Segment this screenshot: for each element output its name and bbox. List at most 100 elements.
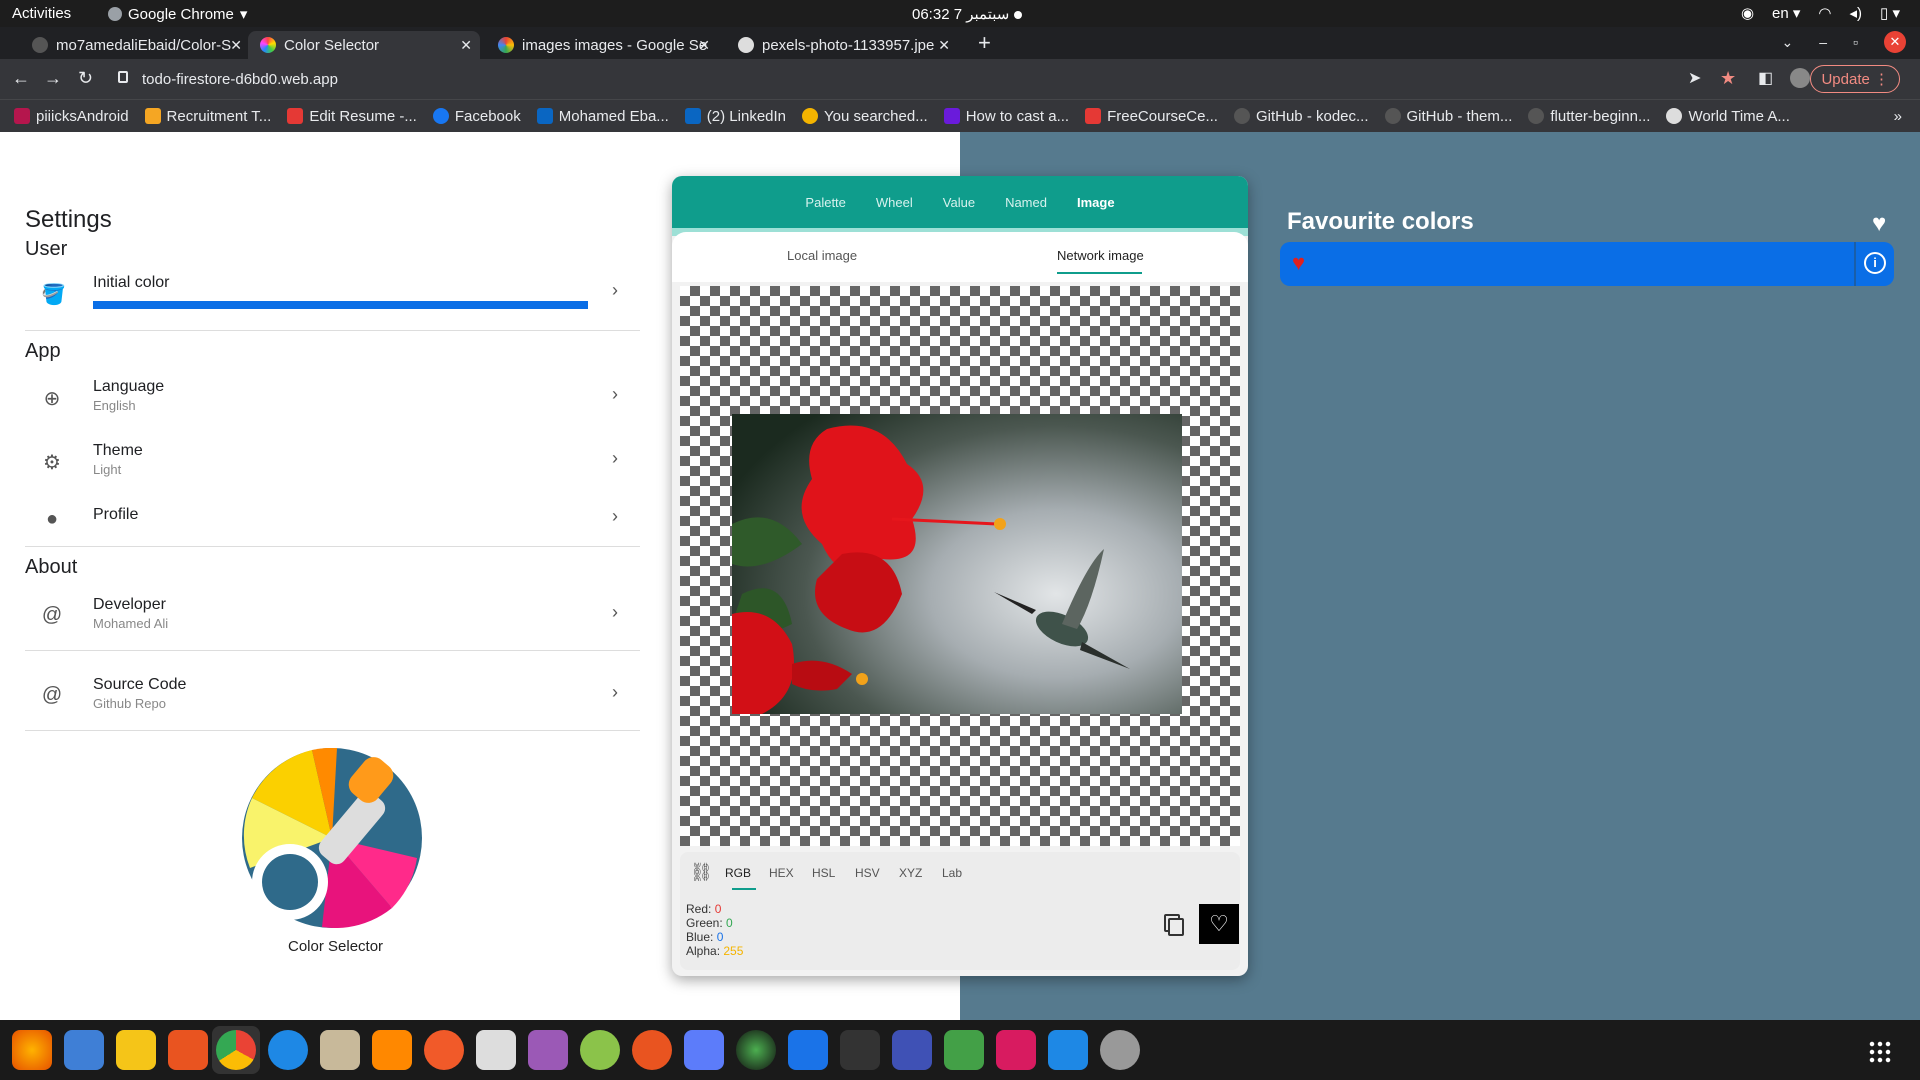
browser-tab-strip: mo7amedaliEbaid/Color-S ✕ Color Selector ✕… [0,27,1920,59]
software-center-icon[interactable] [168,1030,208,1070]
tab-pexels-photo[interactable]: pexels-photo-1133957.jpe ✕ [726,31,958,59]
bookmark-item[interactable]: Edit Resume -... [279,108,425,125]
camera-icon[interactable] [736,1030,776,1070]
format-hsl[interactable]: HSL [812,866,835,880]
heart-filled-icon[interactable]: ♥ [1292,250,1305,276]
tab-wheel[interactable]: Wheel [861,195,928,210]
calc-icon[interactable] [944,1030,984,1070]
android-icon[interactable] [580,1030,620,1070]
developer-row[interactable]: @ Developer Mohamed Ali › [25,590,640,646]
format-xyz[interactable]: XYZ [899,866,922,880]
language-indicator[interactable]: en ▾ [1772,4,1800,22]
close-window-button[interactable]: ✕ [1884,31,1906,53]
format-hex[interactable]: HEX [769,866,794,880]
tab-label: mo7amedaliEbaid/Color-S [56,36,232,54]
minimize-button[interactable]: – [1819,34,1827,50]
copy-icon[interactable] [1168,918,1184,936]
network-image[interactable] [732,414,1182,714]
screenshot-icon[interactable] [892,1030,932,1070]
bookmark-item[interactable]: flutter-beginn... [1520,108,1658,125]
forward-button[interactable]: → [44,68,62,89]
bookmark-star-icon[interactable]: ★ [1720,68,1736,89]
intellij-icon[interactable] [996,1030,1036,1070]
close-tab-icon[interactable]: ✕ [230,37,242,54]
ubuntu-icon[interactable] [632,1030,672,1070]
close-tab-icon[interactable]: ✕ [938,37,950,54]
send-icon[interactable]: ➤ [1688,68,1701,88]
address-bar[interactable]: todo-firestore-d6bd0.web.app [112,64,1692,94]
tab-image[interactable]: Image [1062,195,1130,210]
tab-named[interactable]: Named [990,195,1062,210]
initial-color-row[interactable]: 🪣 Initial color › [25,268,640,324]
bookmark-icon [1085,108,1102,124]
close-tab-icon[interactable]: ✕ [698,37,710,54]
profile-row[interactable]: ● Profile › [25,494,640,550]
add-favourite-button[interactable]: ♡ [1199,904,1239,944]
vscode-icon[interactable] [1048,1030,1088,1070]
bookmark-label: You searched... [824,107,928,125]
app-menu[interactable]: Google Chrome ▾ [108,5,247,23]
bookmark-item[interactable]: piiicksAndroid [0,108,137,125]
color-selector-logo [242,748,422,928]
files-icon[interactable] [320,1030,360,1070]
bookmark-item[interactable]: GitHub - kodec... [1226,108,1377,125]
firefox-icon[interactable] [12,1030,52,1070]
system-tray[interactable]: ◉ en ▾ ◠ ◂) ▯ ▾ [1741,4,1900,22]
bookmark-item[interactable]: Recruitment T... [137,108,280,125]
tab-palette[interactable]: Palette [790,195,860,210]
bookmark-item[interactable]: How to cast a... [936,108,1077,125]
thunderbird-icon[interactable] [64,1030,104,1070]
clock[interactable]: 06:32 7 سبتمبر [912,5,1022,23]
profile-avatar[interactable] [1790,68,1810,88]
theme-row[interactable]: ⚙ Theme Light › [25,436,640,492]
bookmark-item[interactable]: World Time A... [1658,108,1797,125]
bookmark-item[interactable]: You searched... [794,108,936,125]
format-rgb[interactable]: RGB [725,866,751,880]
tab-search-icon[interactable]: ⌄ [1782,34,1794,51]
alpha-value: 255 [723,944,744,958]
writer-icon[interactable] [788,1030,828,1070]
vlc-icon[interactable] [372,1030,412,1070]
maximize-button[interactable]: ▫ [1853,34,1858,50]
document-viewer-icon[interactable] [476,1030,516,1070]
bookmark-item[interactable]: Facebook [425,108,529,125]
android-studio-icon[interactable] [268,1030,308,1070]
terminal-icon[interactable] [840,1030,880,1070]
reload-button[interactable]: ↻ [78,68,93,89]
chrome-icon[interactable] [216,1030,256,1070]
tab-google-images[interactable]: images images - Google Se ✕ [486,31,718,59]
favourite-color-item[interactable]: ♥ i [1280,242,1894,286]
bookmark-item[interactable]: FreeCourseCe... [1077,108,1226,125]
bookmark-item[interactable]: Mohamed Eba... [529,108,677,125]
video-player-icon[interactable] [528,1030,568,1070]
tab-value[interactable]: Value [928,195,990,210]
rhythmbox-icon[interactable] [116,1030,156,1070]
bookmark-item[interactable]: (2) LinkedIn [677,108,794,125]
app-grid-icon[interactable] [1868,1040,1892,1064]
github-icon [1384,108,1401,124]
new-tab-button[interactable]: + [978,30,991,56]
more-bookmarks-icon[interactable]: » [1894,108,1902,125]
postman-icon[interactable] [424,1030,464,1070]
source-code-row[interactable]: @ Source Code Github Repo › [25,670,640,726]
update-button[interactable]: Update ⋮ [1810,65,1900,93]
red-label: Red: [686,902,712,916]
tab-local-image[interactable]: Local image [787,248,857,263]
tab-github[interactable]: mo7amedaliEbaid/Color-S ✕ [20,31,250,59]
activities-button[interactable]: Activities [12,5,71,22]
info-icon[interactable]: i [1864,252,1886,274]
image-canvas[interactable] [680,286,1240,846]
bookmark-item[interactable]: GitHub - them... [1377,108,1521,125]
close-tab-icon[interactable]: ✕ [460,37,472,54]
link-icon[interactable]: ⛓ [690,862,713,883]
tab-network-image[interactable]: Network image [1057,248,1144,263]
format-lab[interactable]: Lab [942,866,962,880]
updater-icon[interactable] [1100,1030,1140,1070]
heart-icon[interactable]: ♥ [1872,210,1886,238]
tasks-icon[interactable] [684,1030,724,1070]
side-panel-icon[interactable]: ◧ [1758,68,1773,88]
back-button[interactable]: ← [12,68,30,89]
format-hsv[interactable]: HSV [855,866,880,880]
language-row[interactable]: ⊕ Language English › [25,372,640,428]
tab-color-selector[interactable]: Color Selector ✕ [248,31,480,59]
